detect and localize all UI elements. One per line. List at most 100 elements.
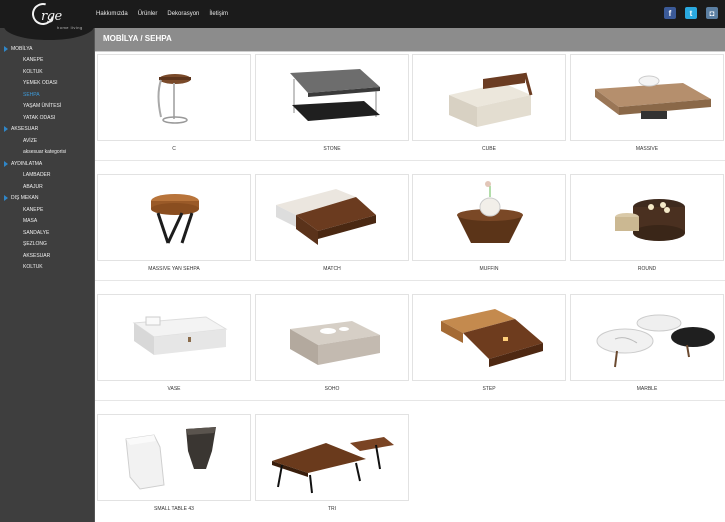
sidebar-item-11[interactable]: LAMBADER xyxy=(0,170,94,182)
product-card[interactable] xyxy=(97,294,251,381)
sidebar-item-5[interactable]: YAŞAM ÜNİTESİ xyxy=(0,101,94,113)
product-image xyxy=(276,189,376,245)
product-image xyxy=(151,194,199,244)
product-name[interactable]: SOHO xyxy=(255,386,409,392)
sidebar-item-label: KANEPE xyxy=(23,206,44,213)
sidebar-item-label: MOBİLYA xyxy=(11,45,33,52)
sidebar-item-2[interactable]: KOLTUK xyxy=(0,66,94,78)
product-name[interactable]: MARBLE xyxy=(570,386,724,392)
row-divider xyxy=(95,280,725,281)
product-card[interactable] xyxy=(412,294,566,381)
sidebar-item-16[interactable]: SANDALYE xyxy=(0,227,94,239)
sidebar-item-0[interactable]: MOBİLYA xyxy=(0,43,94,55)
instagram-icon[interactable]: ◘ xyxy=(706,7,718,19)
sidebar-item-label: MASA xyxy=(23,218,38,225)
nav-link-about[interactable]: Hakkımızda xyxy=(96,11,128,17)
sidebar-item-label: SEHPA xyxy=(23,91,40,98)
product-image xyxy=(290,321,380,365)
product-image xyxy=(457,181,523,243)
product-name[interactable]: VASE xyxy=(97,386,251,392)
sidebar-item-label: AKSESUAR xyxy=(23,252,51,259)
sidebar-item-9[interactable]: aksesuar kategorisi xyxy=(0,147,94,159)
product-name[interactable]: C xyxy=(97,146,251,152)
nav-link-products[interactable]: Ürünler xyxy=(138,11,158,17)
sidebar-item-label: KANEPE xyxy=(23,57,44,64)
row-divider xyxy=(95,400,725,401)
product-card[interactable] xyxy=(97,174,251,261)
chevron-right-icon xyxy=(4,45,8,52)
row-divider xyxy=(95,160,725,161)
product-card[interactable] xyxy=(255,54,409,141)
product-name[interactable]: ROUND xyxy=(570,266,724,272)
product-name[interactable]: TRI xyxy=(255,506,409,512)
sidebar-item-10[interactable]: AYDINLATMA xyxy=(0,158,94,170)
main-nav: Hakkımızda Ürünler Dekorasyon İletişim xyxy=(96,0,228,28)
chevron-right-icon xyxy=(4,195,8,202)
sidebar-item-13[interactable]: DIŞ MEKAN xyxy=(0,193,94,205)
sidebar-item-8[interactable]: AVİZE xyxy=(0,135,94,147)
facebook-icon[interactable]: f xyxy=(664,7,676,19)
sidebar-item-label: ABAJUR xyxy=(23,183,43,190)
product-card[interactable] xyxy=(97,54,251,141)
product-card[interactable] xyxy=(412,54,566,141)
sidebar-item-label: LAMBADER xyxy=(23,172,51,179)
product-name[interactable]: MATCH xyxy=(255,266,409,272)
sidebar-item-label: YAŞAM ÜNİTESİ xyxy=(23,103,62,110)
sidebar-item-7[interactable]: AKSESUAR xyxy=(0,124,94,136)
sidebar-item-label: DIŞ MEKAN xyxy=(11,195,39,202)
product-card[interactable] xyxy=(97,414,251,501)
product-image xyxy=(132,316,228,355)
sidebar-item-4[interactable]: SEHPA xyxy=(0,89,94,101)
sidebar-item-19[interactable]: KOLTUK xyxy=(0,262,94,274)
sidebar-item-12[interactable]: ABAJUR xyxy=(0,181,94,193)
nav-link-decoration[interactable]: Dekorasyon xyxy=(167,11,199,17)
product-name[interactable]: SMALL TABLE 43 xyxy=(97,506,251,512)
sidebar-item-3[interactable]: YEMEK ODASI xyxy=(0,78,94,90)
social-links: f t ◘ xyxy=(664,7,718,19)
nav-link-contact[interactable]: İletişim xyxy=(209,11,228,17)
sidebar: MOBİLYA KANEPE KOLTUK YEMEK ODASI SEHPA YAŞAM… xyxy=(0,28,95,522)
sidebar-item-6[interactable]: YATAK ODASI xyxy=(0,112,94,124)
sidebar-item-18[interactable]: AKSESUAR xyxy=(0,250,94,262)
sidebar-item-label: AKSESUAR xyxy=(11,126,39,133)
chevron-right-icon xyxy=(4,126,8,133)
product-card[interactable] xyxy=(255,174,409,261)
sidebar-item-1[interactable]: KANEPE xyxy=(0,55,94,67)
product-card[interactable] xyxy=(570,174,724,261)
product-name[interactable]: STEP xyxy=(412,386,566,392)
product-name[interactable]: CUBE xyxy=(412,146,566,152)
sidebar-item-17[interactable]: ŞEZLONG xyxy=(0,239,94,251)
product-card[interactable] xyxy=(255,414,409,501)
product-image xyxy=(441,309,543,367)
sidebar-item-label: ŞEZLONG xyxy=(23,241,47,248)
product-card[interactable] xyxy=(412,174,566,261)
sidebar-item-label: YATAK ODASI xyxy=(23,114,56,121)
product-image xyxy=(272,437,394,494)
product-name[interactable]: MASSIVE YAN SEHPA xyxy=(97,266,251,272)
product-image xyxy=(595,75,711,119)
logo-text: rge xyxy=(41,9,62,24)
product-name[interactable]: MUFFIN xyxy=(412,266,566,272)
product-name[interactable]: MASSIVE xyxy=(570,146,724,152)
product-image xyxy=(615,199,685,241)
sidebar-item-label: SANDALYE xyxy=(23,229,50,236)
logo[interactable]: rge home living xyxy=(4,0,94,40)
page-title: MOBİLYA / SEHPA xyxy=(103,34,172,43)
product-name[interactable]: STONE xyxy=(255,146,409,152)
product-card[interactable] xyxy=(570,54,724,141)
product-image xyxy=(157,74,191,124)
sidebar-item-14[interactable]: KANEPE xyxy=(0,204,94,216)
product-card[interactable] xyxy=(255,294,409,381)
sidebar-item-label: AYDINLATMA xyxy=(11,160,43,167)
top-bar: Hakkımızda Ürünler Dekorasyon İletişim f… xyxy=(0,0,725,28)
sidebar-item-label: KOLTUK xyxy=(23,68,43,75)
product-card[interactable] xyxy=(570,294,724,381)
product-image xyxy=(449,72,533,127)
twitter-icon[interactable]: t xyxy=(685,7,697,19)
sidebar-item-15[interactable]: MASA xyxy=(0,216,94,228)
product-image xyxy=(290,69,380,121)
chevron-right-icon xyxy=(4,160,8,167)
sidebar-item-label: AVİZE xyxy=(23,137,38,144)
logo-subtext: home living xyxy=(57,25,83,30)
page-header: MOBİLYA / SEHPA xyxy=(95,28,725,51)
